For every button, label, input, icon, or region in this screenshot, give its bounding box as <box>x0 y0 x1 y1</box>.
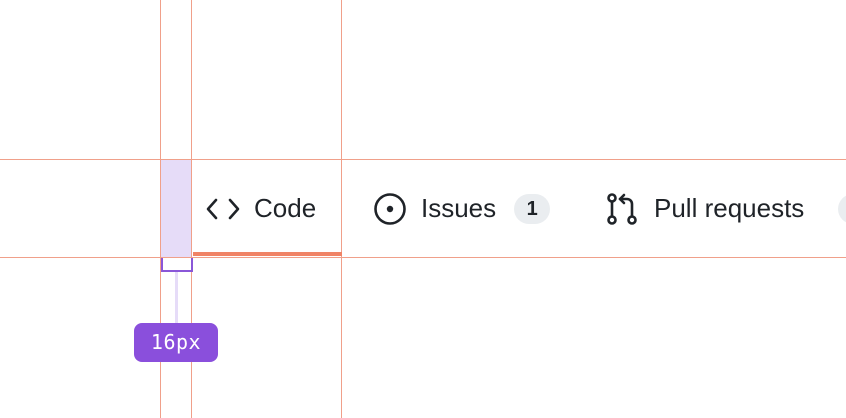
selected-tab-underline <box>193 252 342 256</box>
tab-pull-requests[interactable]: Pull requests <box>606 160 804 257</box>
issues-count-badge: 1 <box>514 193 551 224</box>
guide-line-vertical <box>341 0 342 418</box>
tab-code-label: Code <box>254 193 317 223</box>
measure-bracket <box>161 258 193 272</box>
guide-line-horizontal <box>0 257 846 258</box>
tab-issues-label: Issues <box>421 193 497 223</box>
measure-connector <box>175 272 178 324</box>
tab-pull-requests-label: Pull requests <box>654 193 805 223</box>
pull-requests-count-badge <box>838 194 846 224</box>
issue-opened-icon <box>373 192 407 226</box>
git-pull-request-icon <box>606 192 638 226</box>
tab-issues[interactable]: Issues 1 <box>373 160 551 257</box>
annotated-tab-nav: Code Issues 1 Pull requests 16px <box>0 0 846 418</box>
padding-measurement-label: 16px <box>134 323 218 362</box>
code-icon <box>206 197 240 221</box>
tab-code[interactable]: Code <box>206 160 316 257</box>
padding-highlight <box>161 160 191 257</box>
